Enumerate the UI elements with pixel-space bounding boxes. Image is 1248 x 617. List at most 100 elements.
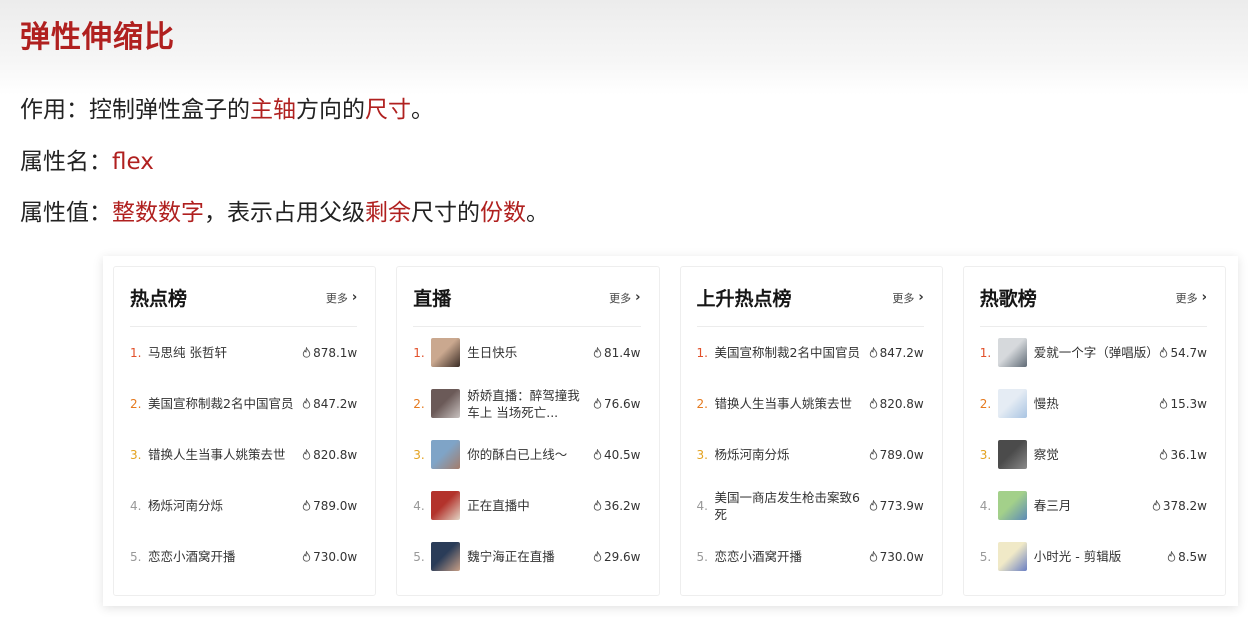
flame-icon [869,449,877,460]
heat-number: 8.5w [1178,549,1207,564]
heat-value: 15.3w [1159,397,1207,411]
list-item[interactable]: 2. 娇娇直播：醉驾撞我车上 当场死亡... 76.6w [413,378,640,429]
heat-value: 847.2w [302,397,357,411]
heat-number: 40.5w [603,447,641,462]
item-title: 错换人生当事人姚策去世 [714,396,853,411]
list-item[interactable]: 5. 恋恋小酒窝开播 730.0w [697,531,924,582]
heat-value: 8.5w [1167,550,1207,564]
more-label: 更多 [609,291,632,305]
rank-number: 4. [130,498,142,513]
heat-value: 789.0w [869,448,924,462]
list-item[interactable]: 1. 美国宣称制裁2名中国官员 847.2w [697,327,924,378]
panel-title: 直播 [413,288,452,310]
item-title: 杨烁河南分烁 [714,447,790,462]
flame-icon [869,398,877,409]
list-item[interactable]: 3. 杨烁河南分烁 789.0w [697,429,924,480]
rank-panel: 热歌榜 更多 › 1. 爱就一个字（弹唱版） 54.7w 2. 慢热 15.3w… [962,266,1226,596]
rank-list: 1. 马思纯 张哲轩 878.1w 2. 美国宣称制裁2名中国官员 847.2w… [130,327,357,582]
item-title: 马思纯 张哲轩 [148,345,227,360]
rank-number: 3. [696,447,708,462]
panel-header: 直播 更多 › [413,269,641,327]
item-title: 生日快乐 [467,345,518,360]
heat-number: 36.2w [603,498,641,513]
album-cover-thumbnail [997,440,1027,469]
item-title: 小时光 - 剪辑版 [1033,549,1122,564]
list-item[interactable]: 4. 美国一商店发生枪击案致6死 773.9w [697,480,924,531]
list-item[interactable]: 3. 察觉 36.1w [980,429,1207,480]
panel-title: 热歌榜 [979,288,1037,310]
highlight-integer: 整数数字 [112,200,204,226]
list-item[interactable]: 2. 美国宣称制裁2名中国官员 847.2w [130,378,357,429]
text-segment: 属性值： [20,200,112,226]
panel-header: 热歌榜 更多 › [979,269,1207,327]
flame-icon [1167,551,1176,562]
flame-icon [1160,449,1168,460]
heat-number: 789.0w [313,498,358,513]
heat-value: 54.7w [1159,346,1207,360]
highlight-size: 尺寸 [365,97,411,123]
flame-icon [869,551,877,562]
heat-value: 773.9w [869,499,924,513]
list-item[interactable]: 1. 马思纯 张哲轩 878.1w [130,327,357,378]
live-avatar-thumbnail [431,542,461,571]
live-avatar-thumbnail [431,389,461,418]
heat-value: 820.8w [302,448,357,462]
item-title: 美国宣称制裁2名中国官员 [714,345,860,360]
rank-panel: 上升热点榜 更多 › 1. 美国宣称制裁2名中国官员 847.2w 2. 错换人… [679,266,943,596]
flame-icon [593,500,602,511]
heat-value: 29.6w [593,550,641,564]
item-title: 杨烁河南分烁 [148,498,224,513]
flame-icon [302,449,311,460]
list-item[interactable]: 5. 小时光 - 剪辑版 8.5w [980,531,1207,582]
description-property-value: 属性值：整数数字，表示占用父级剩余尺寸的份数。 [20,193,549,227]
more-link[interactable]: 更多 › [892,290,923,306]
list-item[interactable]: 1. 爱就一个字（弹唱版） 54.7w [980,327,1207,378]
rank-list: 1. 爱就一个字（弹唱版） 54.7w 2. 慢热 15.3w 3. 察觉 36… [980,327,1207,582]
list-item[interactable]: 2. 错换人生当事人姚策去世 820.8w [697,378,924,429]
rank-number: 3. [979,447,992,462]
item-title: 春三月 [1033,498,1072,513]
album-cover-thumbnail [997,491,1027,520]
heat-number: 730.0w [879,549,924,564]
flame-icon [302,398,311,409]
rank-number: 5. [130,549,142,564]
more-link[interactable]: 更多 › [326,290,357,306]
rank-number: 3. [413,447,425,462]
list-item[interactable]: 3. 错换人生当事人姚策去世 820.8w [130,429,357,480]
chevron-right-icon: › [1201,290,1207,305]
list-item[interactable]: 3. 你的酥白已上线～ 40.5w [413,429,641,480]
list-item[interactable]: 4. 正在直播中 36.2w [413,480,641,531]
rank-list: 1. 美国宣称制裁2名中国官员 847.2w 2. 错换人生当事人姚策去世 82… [697,327,924,582]
heat-value: 36.2w [593,499,641,513]
more-link[interactable]: 更多 › [1176,290,1207,306]
item-title: 魏宁海正在直播 [467,549,555,564]
heat-number: 730.0w [313,549,358,564]
more-label: 更多 [892,291,915,305]
heat-number: 847.2w [313,396,358,411]
rank-number: 2. [696,396,708,411]
rank-panel: 热点榜 更多 › 1. 马思纯 张哲轩 878.1w 2. 美国宣称制裁2名中国… [113,266,377,596]
list-item[interactable]: 2. 慢热 15.3w [980,378,1207,429]
item-title: 美国一商店发生枪击案致6死 [714,489,860,522]
list-item[interactable]: 1. 生日快乐 81.4w [413,327,641,378]
live-avatar-thumbnail [431,338,461,367]
list-item[interactable]: 4. 春三月 378.2w [980,480,1207,531]
more-label: 更多 [1175,291,1198,305]
highlight-share: 份数 [480,200,526,226]
flame-icon [302,551,311,562]
rank-number: 1. [979,345,992,360]
more-link[interactable]: 更多 › [609,290,640,306]
heat-number: 81.4w [603,345,641,360]
heat-number: 378.2w [1162,498,1207,513]
flame-icon [1160,347,1168,358]
panel-title: 热点榜 [130,288,188,310]
flame-icon [593,347,602,358]
flame-icon [869,500,877,511]
heat-value: 40.5w [593,448,641,462]
list-item[interactable]: 5. 恋恋小酒窝开播 730.0w [130,531,357,582]
list-item[interactable]: 5. 魏宁海正在直播 29.6w [413,531,641,582]
heat-value: 76.6w [593,397,641,411]
panel-header: 上升热点榜 更多 › [696,269,924,327]
list-item[interactable]: 4. 杨烁河南分烁 789.0w [130,480,357,531]
rank-panel: 直播 更多 › 1. 生日快乐 81.4w 2. 娇娇直播：醉驾撞我车上 当场死… [396,266,660,596]
